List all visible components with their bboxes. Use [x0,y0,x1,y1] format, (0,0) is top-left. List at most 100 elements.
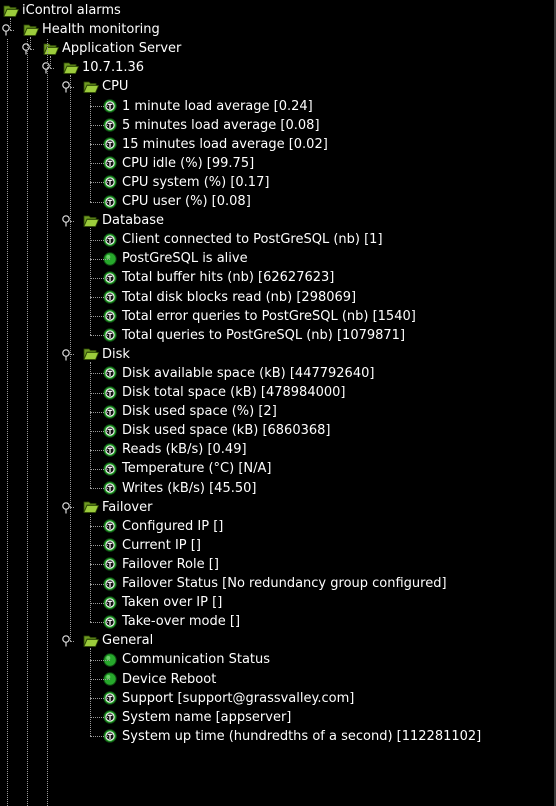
tree-connector [90,163,110,165]
open-folder-icon [83,634,99,648]
alarm-label: CPU system (%) [0.17] [122,174,270,190]
tree-connector [90,430,110,432]
tree-connector [50,67,54,69]
tree-connector [90,182,110,184]
tree-connector [7,39,8,806]
tree-item-cpu-idle-99-75[interactable] [0,154,553,173]
folder-label: iControl alarms [22,3,121,18]
open-folder-icon [83,347,99,361]
open-folder-icon [83,500,99,514]
folder-label: 10.7.1.36 [82,60,145,76]
open-folder-icon [83,80,99,94]
tree-connector [30,37,31,49]
tree-connector [70,220,74,222]
alarm-label: Writes (kB/s) [45.50] [122,480,257,496]
tree-item-temperature-c-n-a[interactable] [0,459,553,478]
alarm-label: 15 minutes load average [0.02] [122,136,328,152]
tree-item-device-reboot[interactable] [0,670,553,689]
alarm-label: Disk total space (kB) [478984000] [122,385,346,400]
tree-connector [90,468,110,470]
tree-connector [47,39,48,806]
folder-label: Health monitoring [42,22,160,38]
tree-connector [90,545,110,547]
alarm-label: CPU user (%) [0.08] [122,194,251,209]
alarm-label: Device Reboot [122,671,217,687]
tree-connector [90,335,110,337]
tree-item-taken-over-ip[interactable] [0,593,553,612]
alarm-label: Taken over IP [] [122,595,223,611]
tree-connector [30,48,34,50]
tree-connector [90,717,110,719]
tree-item-postgresql-is-alive[interactable] [0,249,553,268]
alarm-label: Failover Status [No redundancy group con… [122,576,447,591]
tree-connector [70,75,71,641]
tree-connector [90,514,91,622]
alarm-label: Client connected to PostGreSQL (nb) [1] [122,232,383,248]
tree-connector [90,228,91,336]
tree-item-configured-ip[interactable] [0,517,553,536]
tree-connector [90,297,110,299]
alarm-label: 1 minute load average [0.24] [122,98,313,114]
tree-connector [90,602,110,604]
alarm-label: Disk available space (kB) [447792640] [122,365,375,381]
alarm-label: Configured IP [] [122,518,224,534]
tree-connector [70,86,74,88]
tree-connector [90,679,110,681]
tree-item-reads-kb-s-0-49[interactable] [0,440,553,459]
alarm-label: Total disk blocks read (nb) [298069] [122,289,357,305]
alarm-label: Temperature (°C) [N/A] [122,461,272,477]
tree-item-writes-kb-s-45-50[interactable] [0,479,553,498]
tree-connector [90,144,110,146]
tree-connector [90,564,110,566]
tree-connector [90,373,110,375]
tree-item-cpu-system-0-17[interactable] [0,173,553,192]
alarm-label: Reads (kB/s) [0.49] [122,442,247,458]
alarm-label: Failover Role [] [122,556,219,572]
tree-connector [90,648,91,737]
open-folder-icon [63,61,79,75]
tree-item-failover-role[interactable] [0,555,553,574]
tree-item-current-ip[interactable] [0,536,553,555]
tree-connector [90,106,110,108]
folder-label: Failover [102,499,153,515]
tree-item-communication-status[interactable] [0,650,553,669]
tree-connector [10,18,11,30]
alarm-label: Communication Status [122,652,271,668]
tree-connector [90,659,110,661]
alarm-label: Total buffer hits (nb) [62627623] [122,270,335,286]
tree-connector [90,392,110,394]
tree-connector [90,583,110,585]
tree-connector [90,488,110,490]
tree-connector [90,411,110,413]
folder-label: Disk [102,346,130,362]
open-folder-icon [83,214,99,228]
open-folder-icon [43,42,59,56]
tree-connector [27,39,28,806]
folder-label: General [102,633,154,649]
alarm-label: System name [appserver] [122,709,292,725]
tree-item-cpu-user-0-08[interactable] [0,192,553,211]
tree-connector [10,29,14,31]
tree-connector [90,621,110,623]
tree-connector [90,239,110,241]
tree-connector [90,125,110,127]
alarm-tree[interactable]: iControl alarms Health monitoring Applicat… [0,0,556,806]
alarm-label: System up time (hundredths of a second) … [122,728,482,744]
tree-connector [70,507,74,509]
folder-label: Application Server [62,41,182,57]
tree-connector [90,698,110,700]
tree-item-take-over-mode[interactable] [0,612,553,631]
tree-connector [90,526,110,528]
tree-connector [90,736,110,738]
tree-connector [50,56,51,68]
alarm-label: PostGreSQL is alive [122,251,248,267]
alarm-label: Current IP [] [122,537,201,553]
tree-connector [90,94,91,202]
tree-connector [90,258,110,260]
alarm-label: Total queries to PostGreSQL (nb) [107987… [122,327,406,343]
alarm-label: Disk used space (%) [2] [122,404,277,420]
tree-connector [90,201,110,203]
open-folder-icon [3,4,19,18]
tree-connector [90,277,110,279]
alarm-label: CPU idle (%) [99.75] [122,155,255,171]
